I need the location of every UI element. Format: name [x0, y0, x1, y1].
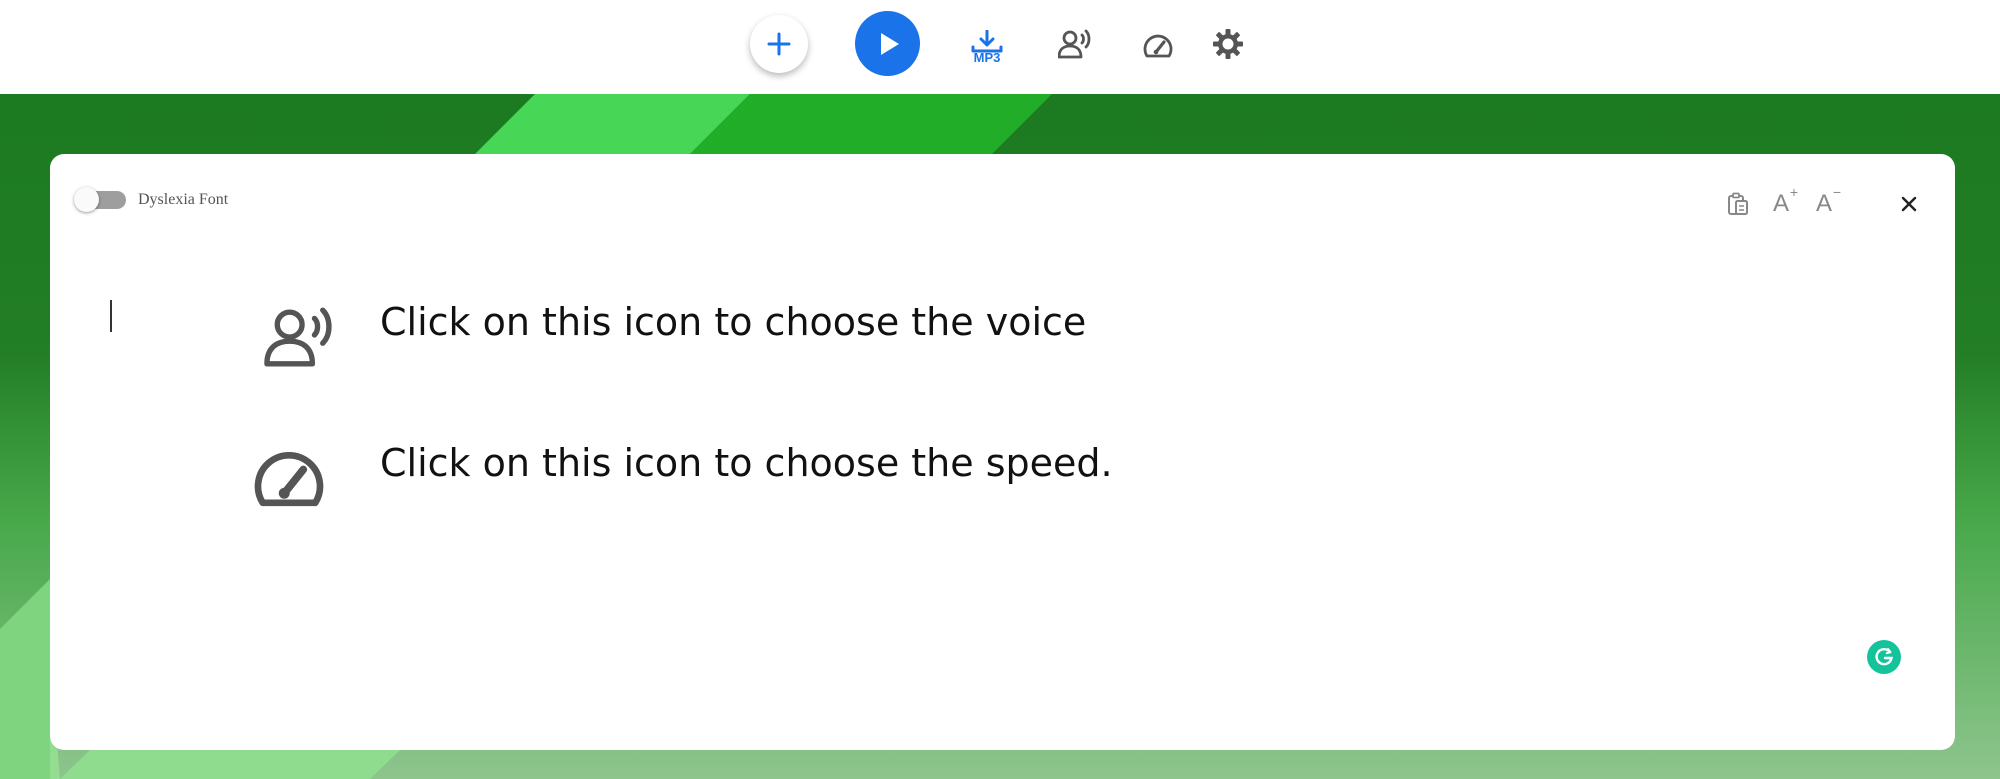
- play-icon: [880, 32, 899, 55]
- speedometer-icon: [244, 438, 334, 520]
- close-button[interactable]: [1893, 188, 1925, 220]
- dyslexia-font-label: Dyslexia Font: [138, 191, 229, 208]
- close-icon: [1901, 196, 1917, 212]
- top-toolbar: MP3: [0, 0, 2000, 94]
- font-increase-icon: A +: [1772, 184, 1798, 217]
- paste-button[interactable]: [1722, 188, 1754, 220]
- voice-button[interactable]: [1055, 24, 1095, 64]
- voice-icon: [1058, 29, 1091, 59]
- settings-button[interactable]: [1208, 24, 1248, 64]
- download-mp3-button[interactable]: MP3: [962, 22, 1012, 72]
- voice-icon: [257, 297, 342, 377]
- grammarly-icon: [1875, 647, 1893, 666]
- text-caret: [110, 300, 112, 332]
- font-increase-button[interactable]: A +: [1765, 184, 1798, 220]
- speedometer-icon: [1143, 34, 1173, 58]
- font-decrease-icon: A −: [1815, 184, 1841, 217]
- clipboard-icon: [1728, 192, 1748, 215]
- play-button[interactable]: [855, 11, 920, 76]
- dyslexia-font-toggle[interactable]: [74, 187, 126, 212]
- voice-instruction-text: Click on this icon to choose the voice: [380, 300, 1087, 344]
- toggle-knob: [74, 187, 99, 212]
- add-button[interactable]: [750, 15, 808, 73]
- grammarly-button[interactable]: [1867, 640, 1901, 674]
- gear-icon: [1213, 29, 1243, 59]
- speed-instruction-text: Click on this icon to choose the speed.: [380, 441, 1113, 485]
- speed-button[interactable]: [1138, 26, 1178, 66]
- plus-icon: [767, 32, 791, 56]
- editor-card: Dyslexia Font A + A − Click on this icon t…: [50, 154, 1955, 750]
- font-decrease-button[interactable]: A −: [1808, 184, 1841, 220]
- download-format-label: MP3: [973, 50, 1001, 65]
